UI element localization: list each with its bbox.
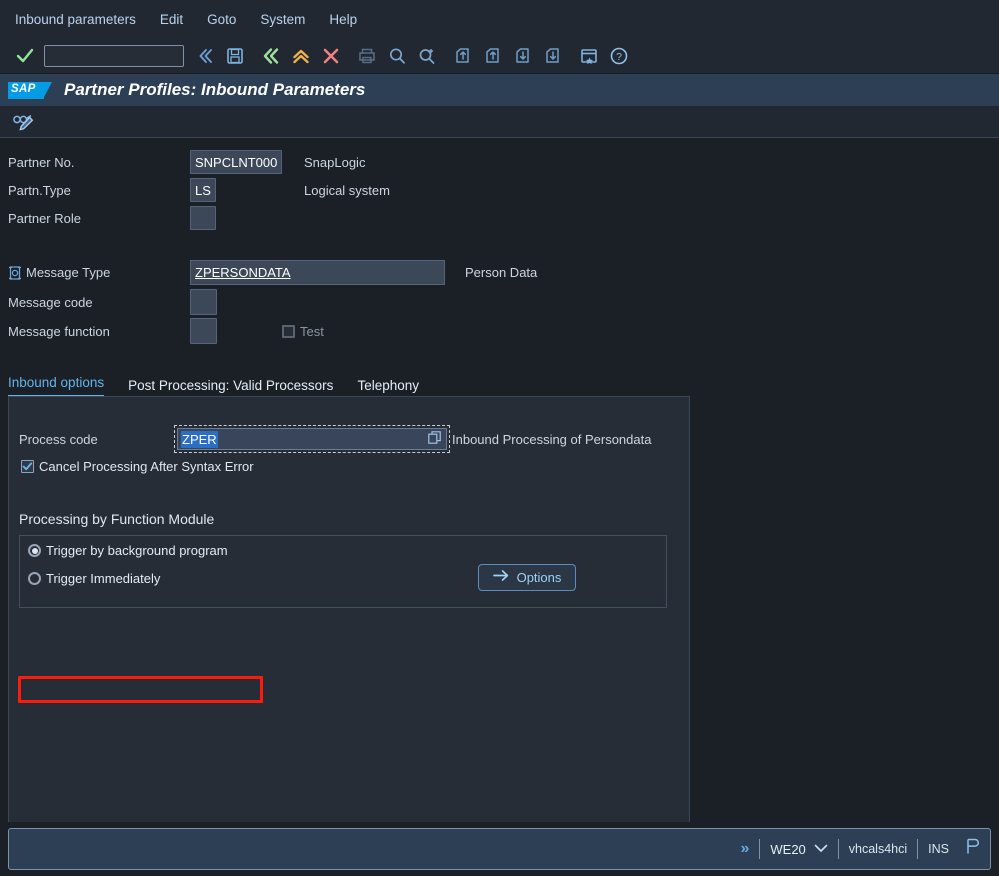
radio-trigger-immediate-label: Trigger Immediately <box>46 571 160 586</box>
test-checkbox[interactable] <box>282 325 295 338</box>
message-code-label: Message code <box>8 295 190 310</box>
partner-type-label: Partn.Type <box>8 183 190 198</box>
process-code-input[interactable]: ZPER <box>177 428 447 450</box>
find-next-icon[interactable] <box>412 41 442 71</box>
partner-number-label: Partner No. <box>8 155 190 170</box>
print-icon[interactable] <box>352 41 382 71</box>
process-code-label: Process code <box>19 432 174 447</box>
application-toolbar <box>0 106 999 138</box>
tab-telephony[interactable]: Telephony <box>357 378 419 398</box>
cancel-processing-checkbox[interactable] <box>21 460 34 473</box>
display-change-icon[interactable] <box>8 107 38 137</box>
partner-number-row: Partner No. SnapLogic <box>8 150 365 174</box>
svg-text:?: ? <box>616 51 622 63</box>
main-content: Partner No. SnapLogic Partn.Type Logical… <box>0 138 999 820</box>
partner-type-row: Partn.Type Logical system <box>8 178 390 202</box>
menu-help[interactable]: Help <box>328 9 358 30</box>
message-type-value: ZPERSONDATA <box>195 265 291 280</box>
process-code-description: Inbound Processing of Persondata <box>452 432 651 447</box>
options-button[interactable]: Options <box>478 564 576 591</box>
partner-role-input[interactable] <box>190 206 216 230</box>
cancel-processing-label: Cancel Processing After Syntax Error <box>39 459 254 474</box>
partner-number-description: SnapLogic <box>304 155 365 170</box>
process-code-field-wrapper: ZPER <box>174 425 450 453</box>
process-code-row: Process code ZPER Inbound Processing of … <box>19 425 651 453</box>
previous-page-icon[interactable] <box>478 41 508 71</box>
page-title: Partner Profiles: Inbound Parameters <box>64 80 365 100</box>
arrow-right-icon <box>493 569 510 587</box>
message-code-row: Message code <box>8 289 217 315</box>
tab-strip: Inbound options Post Processing: Valid P… <box>8 372 708 398</box>
status-bar-inner: » WE20 vhcals4hci INS <box>8 828 991 870</box>
message-type-input[interactable]: ZPERSONDATA <box>190 260 445 285</box>
command-field[interactable] <box>44 45 184 67</box>
inbound-options-panel: Process code ZPER Inbound Processing of … <box>8 396 690 876</box>
processing-group-box: Trigger by background program Trigger Im… <box>19 535 667 608</box>
tab-inbound-options[interactable]: Inbound options <box>8 375 104 398</box>
partner-type-input[interactable] <box>190 178 216 202</box>
menu-goto[interactable]: Goto <box>206 9 237 30</box>
partner-number-input[interactable] <box>190 150 282 174</box>
partner-type-description: Logical system <box>304 183 390 198</box>
back-green-icon[interactable] <box>256 41 286 71</box>
status-insert-mode: INS <box>928 842 949 856</box>
first-page-icon[interactable] <box>448 41 478 71</box>
system-toolbar: ? <box>0 38 999 74</box>
partner-role-label: Partner Role <box>8 211 190 226</box>
create-session-icon[interactable] <box>574 41 604 71</box>
cancel-processing-checkbox-row[interactable]: Cancel Processing After Syntax Error <box>21 459 254 474</box>
status-expand-icon[interactable]: » <box>740 840 749 858</box>
save-icon[interactable] <box>220 41 250 71</box>
test-checkbox-row[interactable]: Test <box>282 324 324 339</box>
help-icon[interactable]: ? <box>604 41 634 71</box>
status-bar: » WE20 vhcals4hci INS <box>0 822 999 876</box>
radio-trigger-background-row[interactable]: Trigger by background program <box>28 543 228 558</box>
processing-group-title: Processing by Function Module <box>19 511 214 527</box>
radio-trigger-immediate[interactable] <box>28 572 41 585</box>
status-transaction: WE20 <box>770 842 805 857</box>
message-function-label: Message function <box>8 324 190 339</box>
resize-grip-icon[interactable] <box>965 838 980 860</box>
title-bar: SAP Partner Profiles: Inbound Parameters <box>0 74 999 106</box>
message-type-label: Message Type <box>26 265 190 280</box>
sap-logo-text: SAP <box>11 83 36 95</box>
back-double-arrow-icon[interactable] <box>190 41 220 71</box>
menu-system[interactable]: System <box>259 9 306 30</box>
find-icon[interactable] <box>382 41 412 71</box>
message-type-description: Person Data <box>465 265 537 280</box>
message-code-input[interactable] <box>190 289 217 315</box>
status-system: vhcals4hci <box>849 842 907 856</box>
options-button-label: Options <box>517 570 562 585</box>
menu-inbound-parameters[interactable]: Inbound parameters <box>14 9 137 30</box>
message-function-input[interactable] <box>190 318 217 344</box>
enter-check-icon[interactable] <box>10 41 40 71</box>
sap-gui-window: Inbound parameters Edit Goto System Help <box>0 0 999 876</box>
sap-logo-icon: SAP <box>8 82 52 99</box>
menu-bar: Inbound parameters Edit Goto System Help <box>0 0 999 38</box>
chevron-down-icon[interactable] <box>814 840 828 858</box>
menu-edit[interactable]: Edit <box>159 9 184 30</box>
test-checkbox-label: Test <box>300 324 324 339</box>
radio-trigger-immediate-row[interactable]: Trigger Immediately <box>28 571 160 586</box>
partner-role-row: Partner Role <box>8 206 216 230</box>
exit-up-icon[interactable] <box>286 41 316 71</box>
message-function-row: Message function Test <box>8 318 324 344</box>
message-type-key-icon <box>8 266 26 280</box>
radio-trigger-background-label: Trigger by background program <box>46 543 228 558</box>
next-page-icon[interactable] <box>508 41 538 71</box>
last-page-icon[interactable] <box>538 41 568 71</box>
process-code-value: ZPER <box>181 431 218 448</box>
cancel-x-icon[interactable] <box>316 41 346 71</box>
message-type-row: Message Type ZPERSONDATA Person Data <box>8 260 537 285</box>
tab-post-processing[interactable]: Post Processing: Valid Processors <box>128 378 333 398</box>
radio-trigger-background[interactable] <box>28 544 41 557</box>
value-help-icon[interactable] <box>428 431 441 447</box>
